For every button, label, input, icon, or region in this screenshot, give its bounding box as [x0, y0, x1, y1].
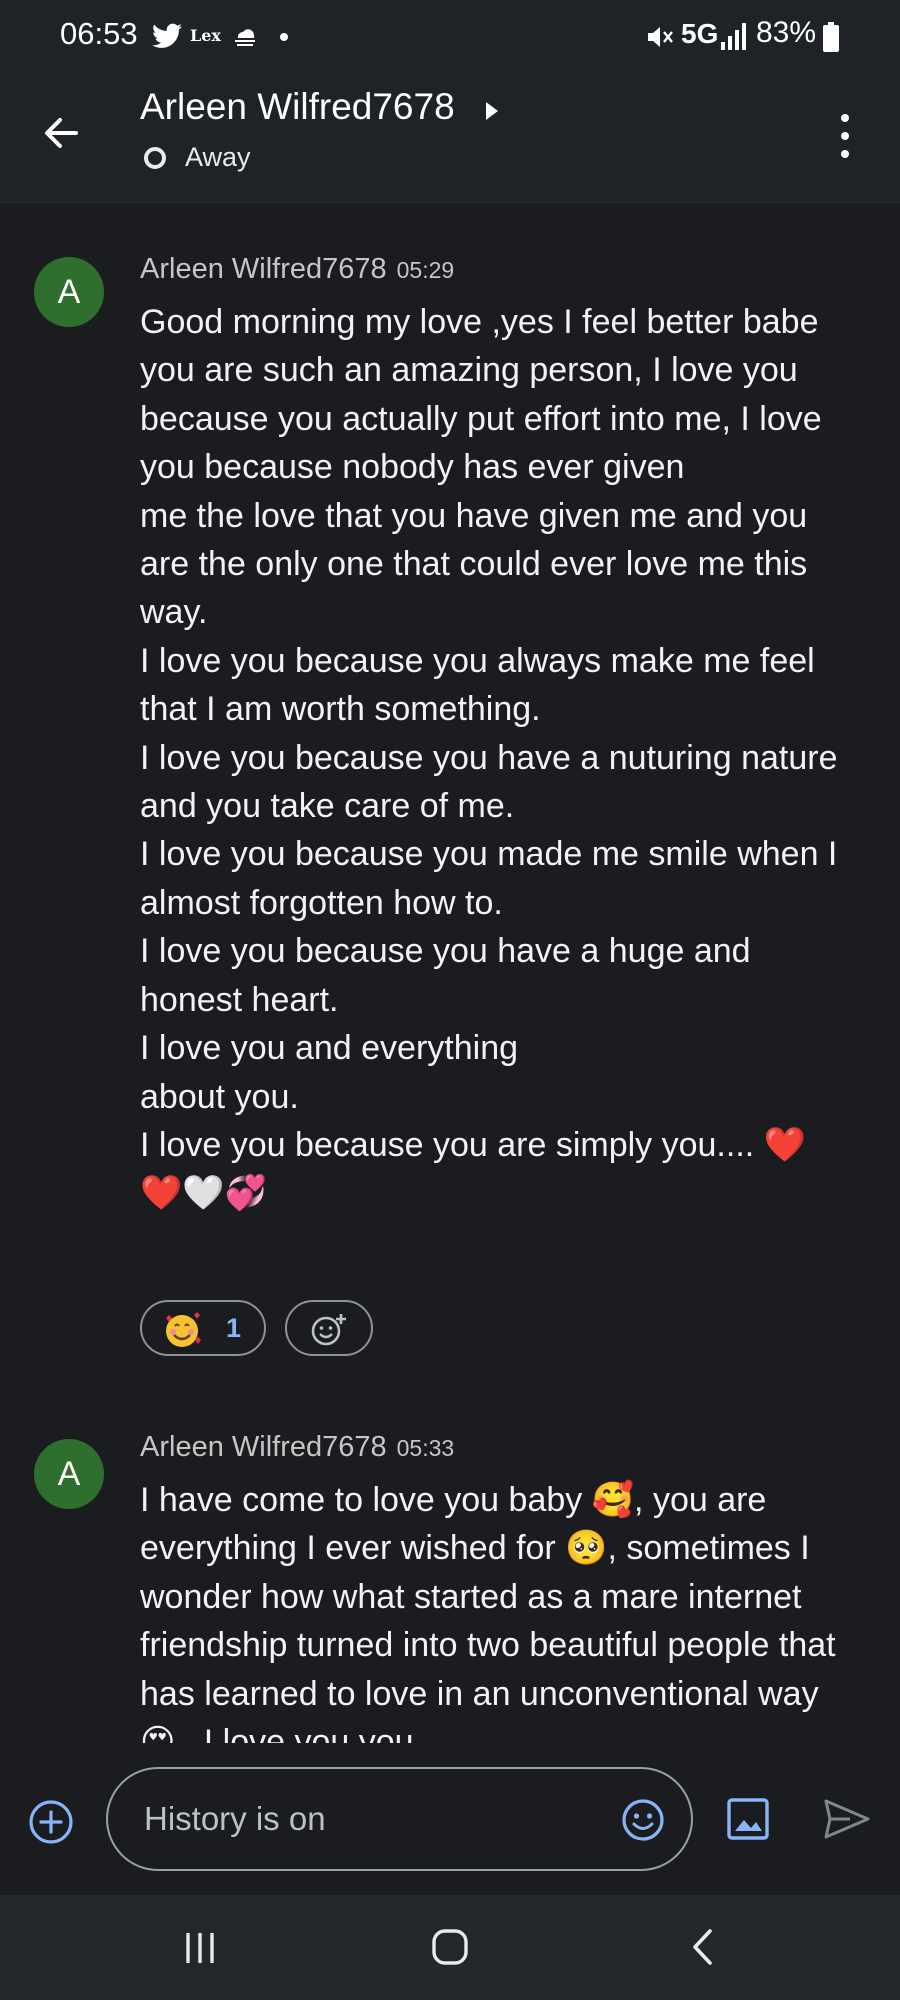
message-time: 05:33: [396, 1435, 455, 1461]
presence-status: Away: [185, 142, 251, 172]
caret-right-icon[interactable]: [484, 100, 500, 122]
status-bar: 06:53 Lex 5G 83%: [0, 0, 900, 72]
message-time: 05:29: [396, 257, 455, 283]
home-icon[interactable]: [430, 1927, 470, 1967]
battery-percent: 83%: [756, 16, 817, 49]
network-type: 5G: [681, 18, 719, 49]
message-text: Good morning my love ,yes I feel better …: [140, 303, 838, 1213]
add-reaction-icon: [311, 1314, 346, 1346]
avatar[interactable]: A: [34, 257, 104, 327]
add-circle-icon[interactable]: [28, 1799, 74, 1845]
mute-icon: [648, 27, 673, 47]
smiling-face-with-hearts-icon: [166, 1312, 201, 1347]
notification-dot-icon: [280, 33, 288, 41]
system-nav-bar: [0, 1895, 900, 2000]
add-reaction-button[interactable]: [285, 1300, 373, 1356]
message-text: I have come to love you baby 🥰, you are …: [140, 1481, 836, 1743]
app-bar: Arleen Wilfred7678 Away: [0, 72, 900, 203]
message-input[interactable]: [142, 1799, 576, 1839]
presence-circle-icon: [144, 147, 166, 169]
status-carrier-text: Lex: [190, 26, 221, 45]
sender-name: Arleen Wilfred7678: [140, 253, 387, 285]
recent-apps-icon[interactable]: [180, 1929, 220, 1967]
reaction-chip[interactable]: 1: [140, 1300, 266, 1356]
contact-name[interactable]: Arleen Wilfred7678: [140, 86, 455, 128]
sender-name: Arleen Wilfred7678: [140, 1431, 387, 1463]
twitter-bird-icon: [152, 23, 182, 48]
status-time: 06:53: [60, 16, 138, 51]
reaction-count: 1: [226, 1313, 242, 1343]
compose-box[interactable]: [106, 1767, 693, 1871]
message-header: Arleen Wilfred7678 05:29: [140, 253, 454, 286]
signal-icon: [721, 23, 746, 50]
battery-icon: [823, 22, 839, 52]
send-icon[interactable]: [822, 1797, 872, 1841]
nav-back-icon[interactable]: [688, 1927, 718, 1967]
back-arrow-icon[interactable]: [36, 108, 86, 158]
message-list[interactable]: A Arleen Wilfred7678 05:29 Good morning m…: [0, 203, 900, 1743]
message-header: Arleen Wilfred7678 05:33: [140, 1431, 454, 1464]
avatar[interactable]: A: [34, 1439, 104, 1509]
emoji-icon[interactable]: [620, 1797, 666, 1843]
cloud-icon: [235, 29, 255, 46]
image-icon[interactable]: [726, 1797, 770, 1841]
overflow-menu-icon[interactable]: [830, 108, 860, 164]
compose-bar: [0, 1743, 900, 1895]
